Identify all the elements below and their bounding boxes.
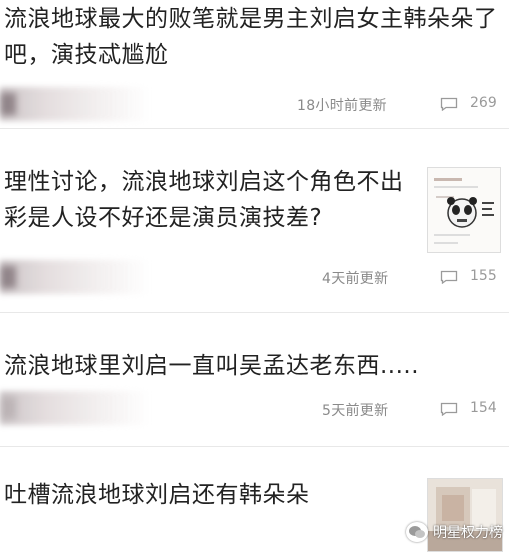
author-avatar-blurred xyxy=(0,391,150,425)
thread-item[interactable]: 流浪地球里刘启一直叫吴孟达老东西..... 5天前更新 154 xyxy=(0,313,509,437)
thread-thumbnail[interactable] xyxy=(427,167,501,253)
comment-icon xyxy=(440,270,458,284)
thread-title-line: 流浪地球最大的败笔就是男主刘启女主韩朵朵了 xyxy=(4,6,498,32)
thread-title[interactable]: 流浪地球里刘启一直叫吴孟达老东西..... xyxy=(4,348,419,384)
thread-title-line: 理性讨论，流浪地球刘启这个角色不出 xyxy=(4,169,404,195)
thread-title-line: 吧，演技忒尴尬 xyxy=(4,42,169,68)
comment-count: 269 xyxy=(470,95,497,111)
watermark: 明星权力榜 xyxy=(406,522,503,542)
comment-count: 154 xyxy=(470,400,497,416)
thread-update-time: 5天前更新 xyxy=(322,403,389,419)
comment-count: 155 xyxy=(470,268,497,284)
comment-icon xyxy=(440,402,458,416)
thread-title-line: 彩是人设不好还是演员演技差? xyxy=(4,205,323,231)
thread-item[interactable]: 流浪地球最大的败笔就是男主刘启女主韩朵朵了 吧，演技忒尴尬 18小时前更新 26… xyxy=(0,0,509,128)
panda-meme-image xyxy=(428,168,500,252)
thread-title-line: 吐槽流浪地球刘启还有韩朵朵 xyxy=(4,482,310,508)
comment-icon xyxy=(440,97,458,111)
author-avatar-blurred xyxy=(0,87,150,121)
thread-item[interactable]: 理性讨论，流浪地球刘启这个角色不出 彩是人设不好还是演员演技差? 4天前更新 1… xyxy=(0,129,509,312)
thread-update-time: 18小时前更新 xyxy=(297,98,387,114)
author-avatar-blurred xyxy=(0,260,150,294)
thread-update-time: 4天前更新 xyxy=(322,271,389,287)
thread-title[interactable]: 理性讨论，流浪地球刘启这个角色不出 彩是人设不好还是演员演技差? xyxy=(4,164,404,236)
thread-title-line: 流浪地球里刘启一直叫吴孟达老东西..... xyxy=(4,353,420,379)
watermark-text: 明星权力榜 xyxy=(433,525,503,541)
thread-title[interactable]: 流浪地球最大的败笔就是男主刘启女主韩朵朵了 吧，演技忒尴尬 xyxy=(4,1,498,73)
thread-title[interactable]: 吐槽流浪地球刘启还有韩朵朵 xyxy=(4,477,310,513)
wechat-icon xyxy=(406,522,428,542)
